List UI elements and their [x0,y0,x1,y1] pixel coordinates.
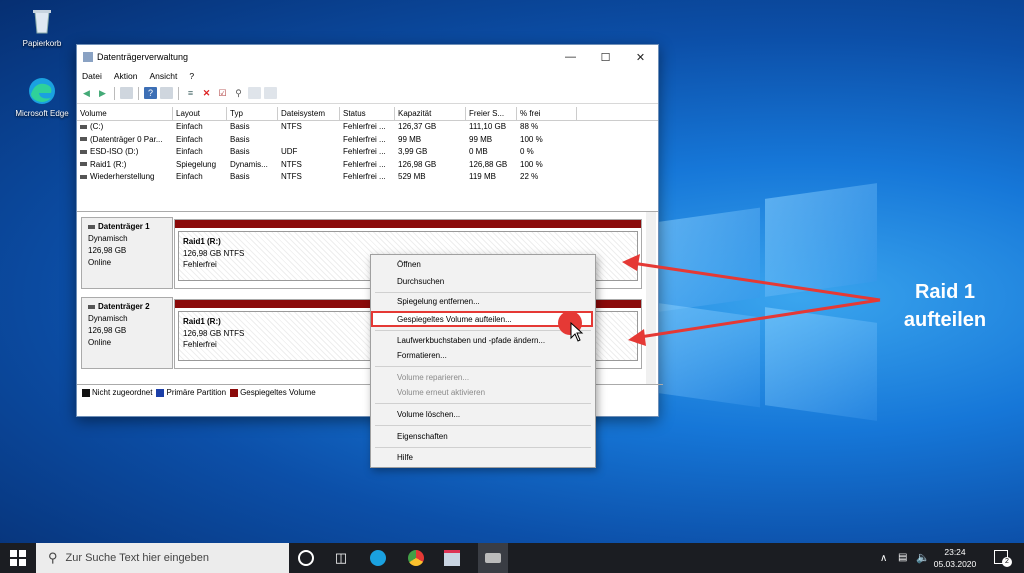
disk-management-taskbar-icon[interactable] [478,543,508,573]
chrome-icon[interactable] [406,548,426,568]
window-app-icon[interactable] [442,548,462,568]
edge-taskbar-icon[interactable] [368,548,388,568]
notification-badge: 2 [1002,557,1012,567]
windows-start-icon [10,550,26,566]
tray-chevron-icon[interactable]: ∧ [880,553,887,564]
start-button[interactable] [8,548,28,568]
annotation-arrows [622,254,881,346]
clock[interactable]: 23:24 05.03.2020 [930,546,980,570]
network-icon[interactable]: ▤ [898,552,907,563]
clock-time: 23:24 [944,547,966,557]
annotation-text: Raid 1 aufteilen [903,281,987,331]
cortana-icon[interactable] [296,548,316,568]
taskbar: ⚲ Zur Suche Text hier eingeben ◫ ∧ ▤ 🔈 2… [0,543,1024,573]
search-icon: ⚲ [48,550,58,565]
volume-icon[interactable]: 🔈 [916,551,930,564]
search-placeholder: Zur Suche Text hier eingeben [65,552,210,564]
search-box[interactable]: ⚲ Zur Suche Text hier eingeben [36,543,289,573]
clock-date: 05.03.2020 [933,559,977,569]
task-view-icon[interactable]: ◫ [331,548,351,568]
